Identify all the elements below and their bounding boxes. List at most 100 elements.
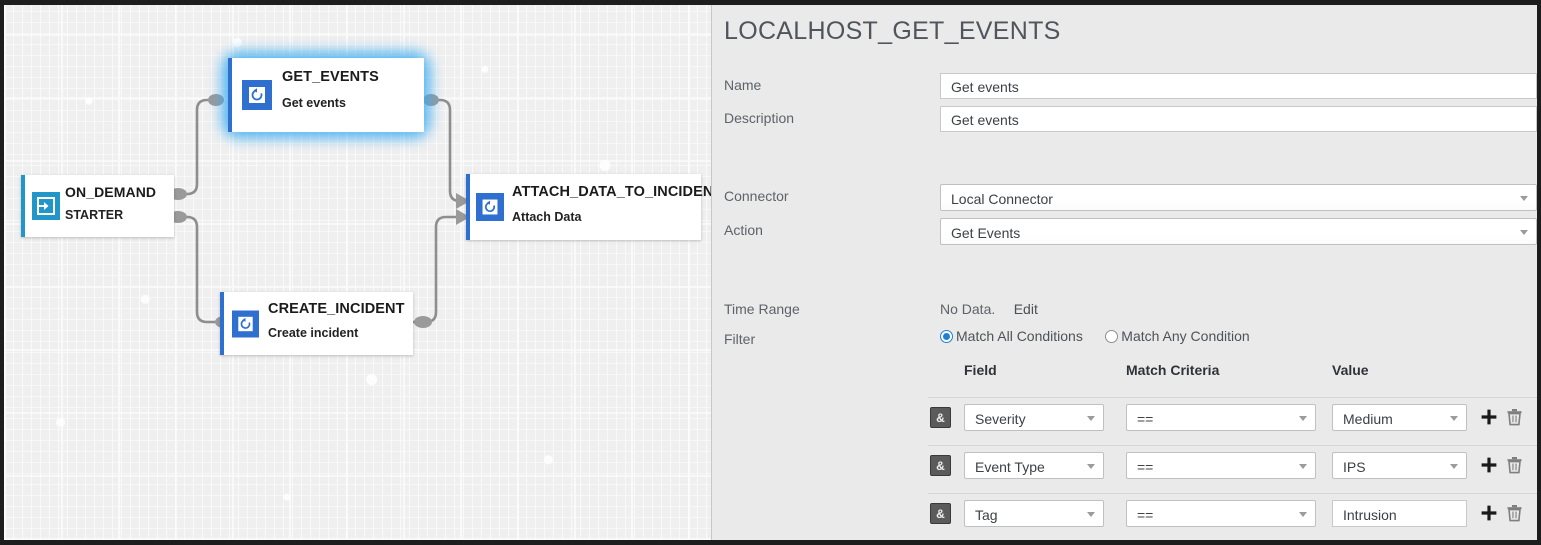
radio-match-any-label: Match Any Condition bbox=[1121, 328, 1250, 344]
filter-row: & Severity == Medium bbox=[928, 397, 1537, 438]
delete-condition-button[interactable] bbox=[1506, 504, 1523, 522]
column-header-value: Value bbox=[1332, 362, 1369, 378]
filter-criteria-value: == bbox=[1137, 507, 1154, 523]
condition-operator-button[interactable]: & bbox=[930, 407, 951, 428]
filter-field-select[interactable]: Severity bbox=[964, 404, 1104, 431]
plus-icon bbox=[1481, 457, 1497, 473]
add-condition-button[interactable] bbox=[1480, 408, 1498, 426]
chevron-down-icon bbox=[1299, 511, 1307, 517]
workflow-canvas[interactable]: GET_EVENTS Get events ON_DEMAND STARTER bbox=[4, 5, 712, 540]
workflow-editor-window: GET_EVENTS Get events ON_DEMAND STARTER bbox=[0, 0, 1541, 545]
properties-panel: LOCALHOST_GET_EVENTS Name Get events Des… bbox=[712, 5, 1537, 540]
filter-row: & Event Type == IPS bbox=[928, 445, 1537, 486]
node-subtitle: STARTER bbox=[65, 208, 124, 222]
filter-value-control: Medium bbox=[1332, 404, 1467, 431]
connector-select[interactable]: Local Connector bbox=[940, 184, 1537, 211]
time-range-control: No Data. Edit bbox=[940, 301, 1537, 319]
node-subtitle: Get events bbox=[282, 96, 346, 110]
node-title: CREATE_INCIDENT bbox=[268, 301, 405, 317]
filter-label: Filter bbox=[724, 331, 756, 347]
description-control: Get events bbox=[940, 106, 1537, 132]
filter-field-select[interactable]: Event Type bbox=[964, 452, 1104, 479]
name-label: Name bbox=[724, 77, 762, 93]
column-header-field: Field bbox=[964, 362, 997, 378]
refresh-icon bbox=[476, 193, 504, 221]
chevron-down-icon bbox=[1299, 463, 1307, 469]
filter-criteria-control: == bbox=[1126, 404, 1316, 431]
description-label: Description bbox=[724, 110, 795, 126]
time-range-label: Time Range bbox=[724, 301, 800, 317]
connector-control: Local Connector bbox=[940, 184, 1537, 211]
filter-value-value: IPS bbox=[1343, 459, 1366, 475]
delete-condition-button[interactable] bbox=[1506, 408, 1523, 426]
condition-operator-button[interactable]: & bbox=[930, 455, 951, 476]
filter-field-value: Tag bbox=[975, 507, 998, 523]
delete-condition-button[interactable] bbox=[1506, 456, 1523, 474]
field-row-time-range: Time Range No Data. Edit bbox=[724, 297, 1537, 323]
action-control: Get Events bbox=[940, 218, 1537, 245]
page-title: LOCALHOST_GET_EVENTS bbox=[724, 17, 1061, 45]
node-attach-data-to-incident[interactable]: ATTACH_DATA_TO_INCIDENT Attach Data bbox=[466, 174, 711, 240]
plus-icon bbox=[1481, 409, 1497, 425]
description-input[interactable]: Get events bbox=[940, 106, 1537, 132]
delete-icon bbox=[1507, 505, 1522, 522]
add-condition-button[interactable] bbox=[1480, 504, 1498, 522]
filter-field-value: Severity bbox=[975, 411, 1026, 427]
condition-operator-button[interactable]: & bbox=[930, 503, 951, 524]
filter-value-input[interactable]: Intrusion bbox=[1332, 500, 1467, 527]
filter-criteria-select[interactable]: == bbox=[1126, 452, 1316, 479]
refresh-icon bbox=[242, 80, 272, 110]
filter-criteria-value: == bbox=[1137, 411, 1154, 427]
time-range-edit-link[interactable]: Edit bbox=[1014, 301, 1038, 317]
field-row-filter: Filter Match All Conditions Match Any Co… bbox=[724, 327, 1537, 353]
refresh-icon bbox=[232, 310, 259, 337]
node-get-events[interactable]: GET_EVENTS Get events bbox=[228, 58, 424, 132]
action-select[interactable]: Get Events bbox=[940, 218, 1537, 245]
radio-match-all-conditions[interactable]: Match All Conditions bbox=[940, 328, 1083, 344]
chevron-down-icon bbox=[1299, 415, 1307, 421]
field-row-action: Action Get Events bbox=[724, 218, 1537, 245]
filter-field-select[interactable]: Tag bbox=[964, 500, 1104, 527]
filter-row: & Tag == Intrusion bbox=[928, 493, 1537, 534]
delete-icon bbox=[1507, 409, 1522, 426]
radio-match-any-condition[interactable]: Match Any Condition bbox=[1105, 328, 1250, 344]
radio-match-all-label: Match All Conditions bbox=[956, 328, 1083, 344]
node-title: ON_DEMAND bbox=[65, 184, 157, 200]
filter-value-control: Intrusion bbox=[1332, 500, 1467, 527]
delete-icon bbox=[1507, 457, 1522, 474]
filter-criteria-control: == bbox=[1126, 500, 1316, 527]
chevron-down-icon bbox=[1450, 415, 1458, 421]
login-arrow-icon bbox=[31, 191, 61, 221]
filter-value-select[interactable]: IPS bbox=[1332, 452, 1467, 479]
chevron-down-icon bbox=[1087, 463, 1095, 469]
name-input[interactable]: Get events bbox=[940, 73, 1537, 99]
node-accent-bar bbox=[466, 174, 470, 240]
connector-selected-value: Local Connector bbox=[951, 191, 1053, 207]
filter-criteria-control: == bbox=[1126, 452, 1316, 479]
filter-criteria-value: == bbox=[1137, 459, 1154, 475]
node-accent-bar bbox=[228, 58, 232, 132]
action-selected-value: Get Events bbox=[951, 225, 1021, 241]
chevron-down-icon bbox=[1087, 511, 1095, 517]
node-subtitle: Attach Data bbox=[512, 210, 582, 224]
node-create-incident[interactable]: CREATE_INCIDENT Create incident bbox=[220, 292, 413, 355]
name-control: Get events bbox=[940, 73, 1537, 99]
connector-label: Connector bbox=[724, 188, 789, 204]
filter-criteria-select[interactable]: == bbox=[1126, 500, 1316, 527]
node-title: ATTACH_DATA_TO_INCIDENT bbox=[512, 184, 712, 200]
filter-criteria-select[interactable]: == bbox=[1126, 404, 1316, 431]
filter-value-control: IPS bbox=[1332, 452, 1467, 479]
radio-indicator bbox=[940, 329, 953, 343]
filter-value-select[interactable]: Medium bbox=[1332, 404, 1467, 431]
add-condition-button[interactable] bbox=[1480, 456, 1498, 474]
filter-mode-control: Match All Conditions Match Any Condition bbox=[940, 328, 1537, 348]
node-subtitle: Create incident bbox=[268, 326, 359, 340]
chevron-down-icon bbox=[1520, 229, 1528, 235]
chevron-down-icon bbox=[1087, 415, 1095, 421]
chevron-down-icon bbox=[1520, 195, 1528, 201]
node-on-demand[interactable]: ON_DEMAND STARTER bbox=[21, 175, 174, 237]
radio-indicator bbox=[1105, 329, 1119, 343]
node-accent-bar bbox=[21, 175, 25, 237]
filter-field-value: Event Type bbox=[975, 459, 1045, 475]
field-row-description: Description Get events bbox=[724, 106, 1537, 132]
